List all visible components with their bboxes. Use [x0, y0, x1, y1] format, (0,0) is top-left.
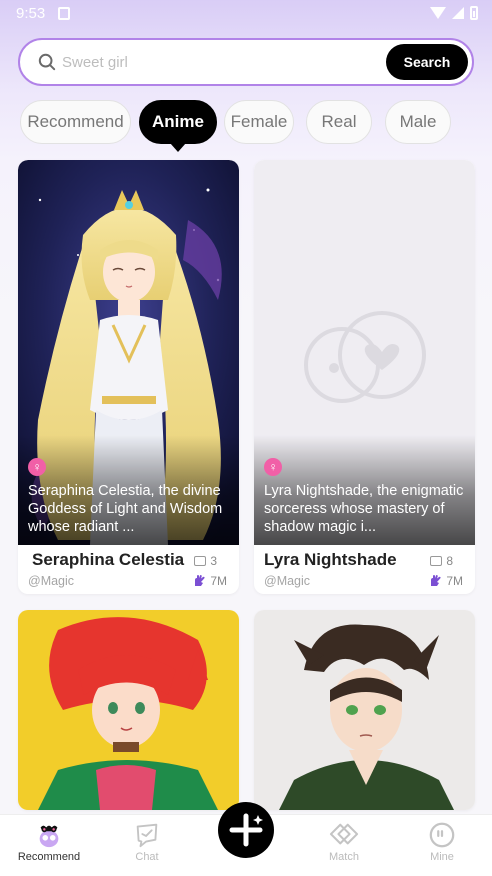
chat-icon: [136, 823, 158, 848]
nav-match-label: Match: [329, 851, 359, 863]
character-card[interactable]: [18, 610, 239, 810]
status-bar: 9:53: [0, 0, 492, 28]
nav-recommend[interactable]: Recommend: [14, 821, 84, 863]
search-bar: Search: [18, 38, 474, 86]
character-card[interactable]: ♀ Seraphina Celestia, the divine Goddess…: [18, 160, 239, 594]
female-icon: ♀: [264, 458, 282, 476]
character-description: Seraphina Celestia, the divine Goddess o…: [28, 483, 223, 535]
wifi-icon: [430, 7, 446, 19]
status-time: 9:53: [16, 5, 46, 22]
create-button[interactable]: [218, 802, 274, 858]
nav-mine-label: Mine: [430, 851, 454, 863]
image-icon: [430, 556, 443, 566]
image-icon: [194, 556, 207, 566]
character-author: @Magic: [28, 574, 75, 588]
tab-female[interactable]: Female: [224, 100, 294, 144]
like-count: 7M: [192, 574, 227, 588]
nav-match[interactable]: Match: [309, 821, 379, 863]
photo-count-value: 3: [210, 554, 217, 568]
like-count: 7M: [428, 574, 463, 588]
character-author: @Magic: [264, 574, 311, 588]
search-icon: [38, 53, 56, 71]
like-count-value: 7M: [210, 574, 227, 588]
photo-count: 8: [430, 554, 453, 568]
photo-count: 3: [194, 554, 217, 568]
tab-anime[interactable]: Anime: [139, 100, 217, 152]
category-tabs: Recommend Anime Female Real Male: [0, 100, 492, 156]
match-icon: [329, 823, 359, 845]
like-count-value: 7M: [446, 574, 463, 588]
tab-recommend[interactable]: Recommend: [20, 100, 131, 144]
hand-icon: [195, 575, 205, 586]
female-icon: ♀: [28, 458, 46, 476]
photo-count-value: 8: [446, 554, 453, 568]
signal-icon: [452, 7, 464, 19]
plus-icon: [229, 813, 263, 847]
character-name: Lyra Nightshade: [264, 550, 397, 569]
hand-icon: [431, 575, 441, 586]
mine-icon: [429, 822, 455, 848]
character-artwork: [254, 610, 475, 810]
character-card[interactable]: ♀ Lyra Nightshade, the enigmatic sorcere…: [254, 160, 475, 594]
tab-male[interactable]: Male: [385, 100, 451, 144]
nav-chat-label: Chat: [135, 851, 159, 863]
character-name: Seraphina Celestia: [32, 550, 185, 569]
sim-card-icon: [58, 7, 70, 20]
nav-mine[interactable]: Mine: [407, 821, 477, 863]
tab-real[interactable]: Real: [306, 100, 372, 144]
battery-icon: [470, 6, 478, 20]
status-indicators: [430, 6, 478, 20]
character-card[interactable]: [254, 610, 475, 810]
search-button[interactable]: Search: [386, 44, 468, 80]
character-description: Lyra Nightshade, the enigmatic sorceress…: [264, 483, 464, 535]
nav-chat[interactable]: Chat: [112, 821, 182, 863]
nav-recommend-label: Recommend: [17, 851, 81, 863]
character-artwork: [18, 610, 239, 810]
search-input[interactable]: [62, 48, 382, 76]
mascot-icon: [39, 825, 59, 848]
